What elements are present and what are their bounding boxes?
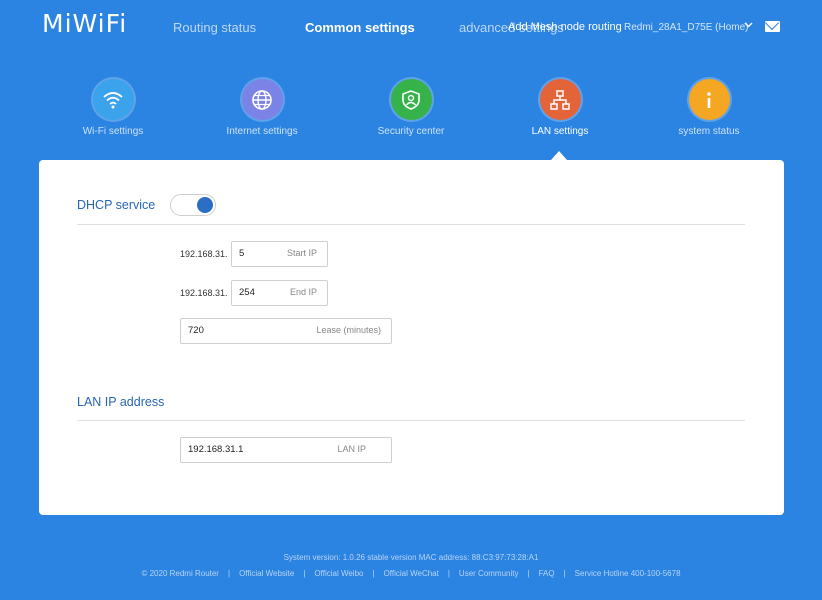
- end-ip-prefix: 192.168.31.: [180, 288, 228, 298]
- system-version-info: System version: 1.0.26 stable version MA…: [283, 553, 539, 562]
- feature-label: Security center: [377, 126, 445, 137]
- lease-value: 720: [188, 325, 204, 336]
- separator: |: [563, 569, 566, 578]
- network-icon: [539, 79, 581, 120]
- end-ip-value: 254: [239, 287, 255, 298]
- active-tab-caret: [551, 151, 567, 160]
- dhcp-toggle[interactable]: [170, 194, 216, 216]
- nav-routing-status[interactable]: Routing status: [173, 20, 256, 35]
- footer-link-official-weibo[interactable]: Official Weibo: [314, 569, 363, 578]
- feature-wifi-settings[interactable]: Wi-Fi settings: [53, 79, 173, 137]
- feature-system-status[interactable]: system status: [649, 79, 769, 137]
- dhcp-section-title: DHCP service: [77, 198, 156, 212]
- toggle-knob: [197, 197, 213, 213]
- globe-icon: [241, 79, 283, 120]
- separator: |: [227, 569, 231, 578]
- end-ip-input[interactable]: 254 End IP: [231, 280, 328, 306]
- lan-ip-input[interactable]: 192.168.31.1 LAN IP: [180, 437, 392, 463]
- device-name-dropdown[interactable]: Redmi_28A1_D75E (Home): [624, 22, 749, 33]
- start-ip-value: 5: [239, 248, 245, 259]
- footer-copyright: © 2020 Redmi Router: [141, 569, 219, 578]
- separator: |: [527, 569, 530, 578]
- end-ip-placeholder: End IP: [289, 287, 317, 297]
- feature-label: Wi-Fi settings: [82, 126, 144, 137]
- info-icon: [688, 79, 730, 120]
- start-ip-prefix: 192.168.31.: [180, 249, 228, 259]
- feature-internet-settings[interactable]: Internet settings: [202, 79, 322, 137]
- separator: |: [372, 569, 375, 578]
- nav-common-settings[interactable]: Common settings: [305, 20, 415, 35]
- settings-panel: DHCP service 192.168.31. 5 Start IP 192.…: [39, 160, 784, 515]
- feature-label: LAN settings: [531, 126, 589, 137]
- footer-link-user-community[interactable]: User Community: [459, 569, 519, 578]
- footer-link-official-wechat[interactable]: Official WeChat: [384, 569, 439, 578]
- feature-lan-settings[interactable]: LAN settings: [500, 79, 620, 137]
- wifi-icon: [92, 79, 134, 120]
- footer-service-hotline[interactable]: Service Hotline 400-100-5678: [575, 569, 681, 578]
- lease-placeholder: Lease (minutes): [316, 325, 381, 335]
- shield-icon: [390, 79, 432, 120]
- lan-section-title: LAN IP address: [77, 395, 165, 409]
- feature-label: system status: [678, 126, 740, 137]
- lease-input[interactable]: 720 Lease (minutes): [180, 318, 392, 344]
- separator: |: [447, 569, 450, 578]
- nav-add-mesh-node[interactable]: Add Mesh node routing: [508, 21, 622, 33]
- miwifi-logo[interactable]: MiWiFi: [42, 9, 127, 38]
- footer-link-official-website[interactable]: Official Website: [239, 569, 294, 578]
- mail-icon[interactable]: [765, 21, 780, 32]
- separator: |: [303, 569, 306, 578]
- feature-label: Internet settings: [226, 126, 298, 137]
- chevron-down-icon[interactable]: [744, 20, 753, 30]
- feature-security-center[interactable]: Security center: [351, 79, 471, 137]
- footer-links: © 2020 Redmi Router | Official Website | Off…: [0, 569, 822, 578]
- divider: [77, 224, 745, 225]
- start-ip-placeholder: Start IP: [286, 248, 317, 258]
- divider: [77, 420, 745, 421]
- lan-ip-value: 192.168.31.1: [188, 444, 244, 455]
- start-ip-input[interactable]: 5 Start IP: [231, 241, 328, 267]
- footer-link-faq[interactable]: FAQ: [539, 569, 555, 578]
- lan-ip-placeholder: LAN IP: [337, 444, 366, 454]
